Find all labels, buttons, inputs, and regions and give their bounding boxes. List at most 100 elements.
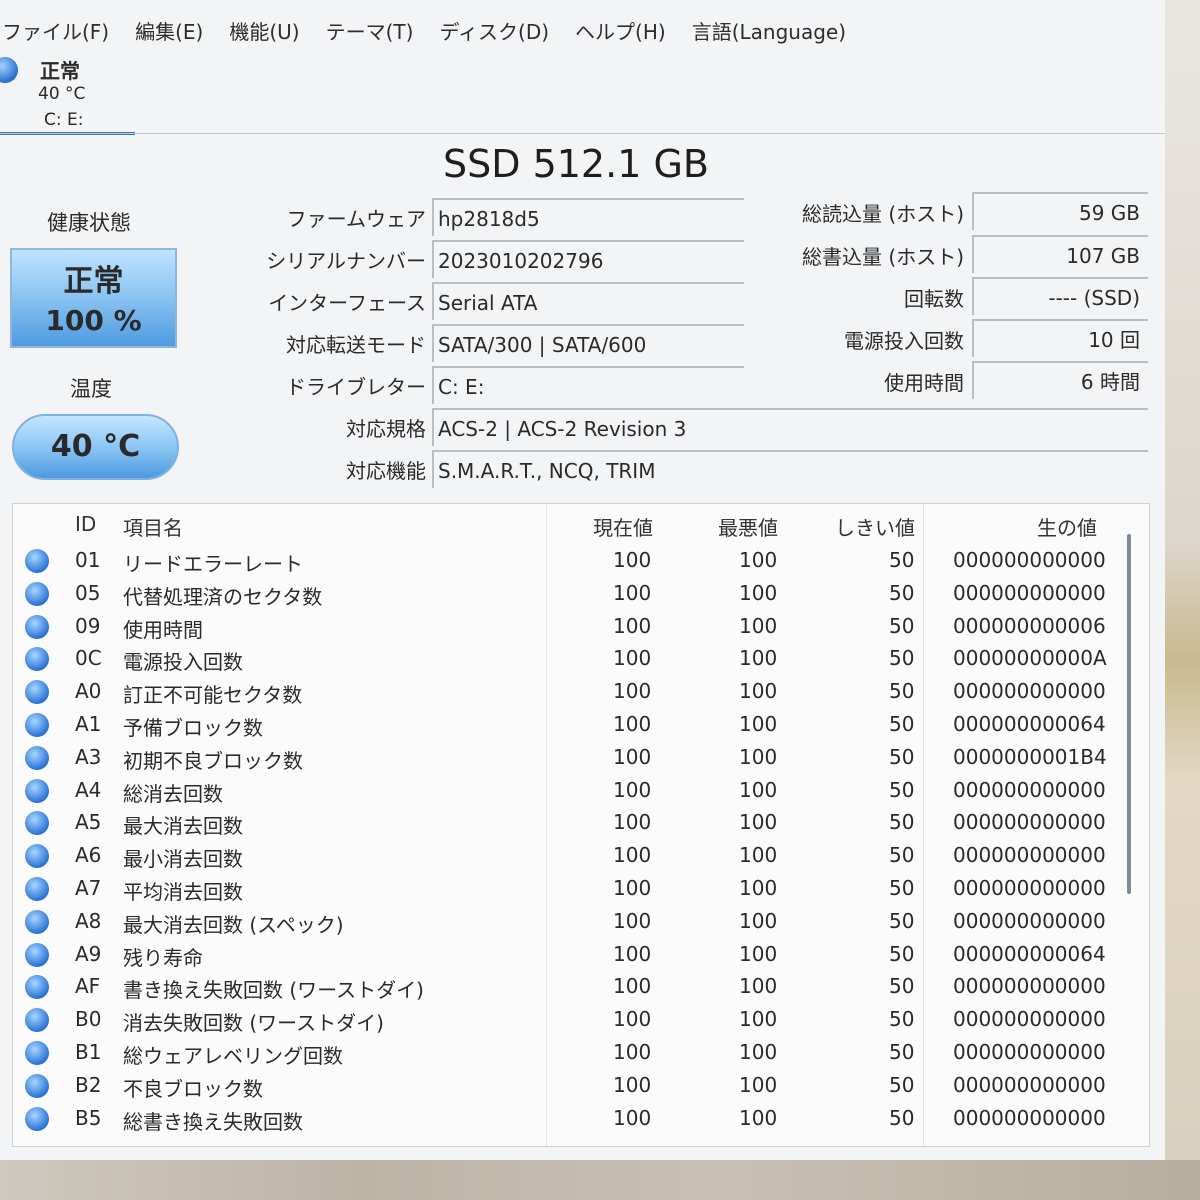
smart-current: 100 — [613, 843, 652, 868]
power-hours-label: 使用時間 — [884, 371, 964, 395]
smart-threshold: 50 — [889, 777, 915, 802]
table-row[interactable]: A6 最小消去回数 100 100 50 000000000000 — [13, 839, 1133, 872]
host-writes-label: 総書込量 (ホスト) — [802, 245, 964, 269]
smart-current: 100 — [613, 580, 652, 605]
table-row[interactable]: A3 初期不良ブロック数 100 100 50 0000000001B4 — [13, 741, 1133, 774]
smart-id: A5 — [75, 810, 102, 835]
menu-disk[interactable]: ディスク(D) — [439, 16, 549, 45]
status-dot-icon — [25, 1041, 49, 1065]
smart-current: 100 — [613, 1040, 652, 1064]
smart-name: 残り寿命 — [123, 945, 203, 970]
smart-raw: 000000000000 — [953, 777, 1106, 802]
smart-id: B0 — [75, 1007, 102, 1032]
col-header-raw[interactable]: 生の値 — [1037, 512, 1097, 541]
smart-name: 最大消去回数 (スペック) — [123, 912, 344, 937]
smart-threshold: 50 — [889, 941, 915, 966]
smart-name: 代替処理済のセクタ数 — [123, 584, 323, 609]
status-dot-icon — [25, 811, 49, 836]
scrollbar[interactable] — [1127, 534, 1131, 894]
smart-name: 総書き換え失敗回数 — [123, 1109, 303, 1134]
smart-worst: 100 — [739, 580, 778, 605]
table-row[interactable]: A9 残り寿命 100 100 50 000000000064 — [13, 938, 1133, 971]
smart-raw: 000000000000 — [953, 843, 1106, 868]
app-window: ファイル(F) 編集(E) 機能(U) テーマ(T) ディスク(D) ヘルプ(H… — [0, 0, 1165, 1160]
menu-theme[interactable]: テーマ(T) — [326, 16, 414, 45]
smart-threshold: 50 — [889, 613, 915, 638]
menu-help[interactable]: ヘルプ(H) — [575, 16, 666, 45]
col-header-threshold[interactable]: しきい値 — [835, 512, 915, 541]
col-header-id[interactable]: ID — [75, 512, 96, 536]
menu-language[interactable]: 言語(Language) — [692, 16, 846, 45]
smart-id: A9 — [75, 941, 102, 966]
power-count-label: 電源投入回数 — [844, 329, 964, 353]
firmware-value: hp2818d5 — [432, 198, 744, 236]
smart-current: 100 — [613, 810, 652, 835]
disk-tab-status: 正常 — [40, 59, 80, 83]
smart-id: 0C — [75, 646, 102, 671]
table-row[interactable]: A7 平均消去回数 100 100 50 000000000000 — [13, 872, 1133, 905]
smart-current: 100 — [613, 941, 652, 966]
smart-id: 05 — [75, 580, 101, 605]
table-row[interactable]: A0 訂正不可能セクタ数 100 100 50 000000000000 — [13, 675, 1133, 708]
table-row[interactable]: A1 予備ブロック数 100 100 50 000000000064 — [13, 708, 1133, 741]
table-row[interactable]: AF 書き換え失敗回数 (ワーストダイ) 100 100 50 000000000000 — [13, 970, 1133, 1003]
smart-current: 100 — [613, 777, 652, 802]
disk-tab[interactable]: 正常 40 °C C: E: — [0, 50, 135, 135]
smart-id: B1 — [75, 1040, 102, 1064]
status-dot-icon — [25, 909, 49, 934]
smart-id: A1 — [75, 712, 102, 736]
col-header-current[interactable]: 現在値 — [593, 512, 653, 541]
smart-attributes-table[interactable]: ID 項目名 現在値 最悪値 しきい値 生の値 01 リードエラーレート 100 10… — [12, 503, 1150, 1147]
table-row[interactable]: 0C 電源投入回数 100 100 50 00000000000A — [13, 642, 1133, 675]
smart-name: 電源投入回数 — [123, 650, 243, 675]
background-decoration — [0, 1160, 1200, 1200]
smart-name: 最小消去回数 — [123, 847, 243, 872]
smart-raw: 000000000000 — [953, 548, 1106, 572]
smart-threshold: 50 — [889, 1007, 915, 1032]
temperature-label: 温度 — [70, 377, 112, 401]
status-dot-icon — [25, 745, 49, 770]
smart-raw: 000000000000 — [953, 679, 1106, 704]
col-header-name[interactable]: 項目名 — [123, 512, 183, 541]
smart-id: 09 — [75, 613, 101, 638]
smart-current: 100 — [613, 1105, 652, 1130]
col-header-worst[interactable]: 最悪値 — [718, 512, 778, 541]
smart-name: 書き換え失敗回数 (ワーストダイ) — [123, 978, 424, 1003]
table-row[interactable]: B5 総書き換え失敗回数 100 100 50 000000000000 — [13, 1102, 1133, 1135]
smart-raw: 000000000000 — [953, 876, 1106, 900]
smart-threshold: 50 — [889, 810, 915, 835]
table-row[interactable]: 09 使用時間 100 100 50 000000000006 — [13, 610, 1133, 643]
smart-current: 100 — [613, 744, 652, 769]
smart-id: A3 — [75, 744, 102, 769]
table-row[interactable]: A5 最大消去回数 100 100 50 000000000000 — [13, 806, 1133, 839]
smart-name: 消去失敗回数 (ワーストダイ) — [123, 1011, 384, 1036]
smart-name: 最大消去回数 — [123, 814, 243, 839]
smart-id: AF — [75, 974, 101, 999]
smart-threshold: 50 — [889, 580, 915, 605]
smart-threshold: 50 — [889, 1072, 915, 1097]
status-dot-icon — [25, 614, 49, 639]
smart-id: 01 — [75, 548, 101, 572]
status-dot-icon — [25, 647, 49, 672]
smart-name: 訂正不可能セクタ数 — [123, 683, 303, 708]
smart-threshold: 50 — [889, 679, 915, 704]
menu-edit[interactable]: 編集(E) — [135, 16, 203, 45]
standard-label: 対応規格 — [346, 417, 426, 441]
table-row[interactable]: A4 総消去回数 100 100 50 000000000000 — [13, 774, 1133, 807]
menu-function[interactable]: 機能(U) — [229, 16, 299, 45]
table-row[interactable]: B1 総ウェアレベリング回数 100 100 50 000000000000 — [13, 1036, 1133, 1069]
table-row[interactable]: B0 消去失敗回数 (ワーストダイ) 100 100 50 000000000000 — [13, 1003, 1133, 1036]
table-row[interactable]: B2 不良ブロック数 100 100 50 000000000000 — [13, 1069, 1133, 1102]
status-dot-icon — [25, 680, 49, 705]
status-dot-icon — [25, 877, 49, 901]
temperature-badge[interactable]: 40 °C — [12, 414, 179, 480]
table-row[interactable]: A8 最大消去回数 (スペック) 100 100 50 000000000000 — [13, 905, 1133, 938]
smart-threshold: 50 — [889, 843, 915, 868]
table-row[interactable]: 05 代替処理済のセクタ数 100 100 50 000000000000 — [13, 577, 1133, 610]
smart-worst: 100 — [739, 1105, 778, 1130]
smart-id: A4 — [75, 777, 102, 802]
health-status-badge[interactable]: 正常 100 % — [10, 248, 177, 348]
menu-file[interactable]: ファイル(F) — [2, 16, 109, 45]
table-row[interactable]: 01 リードエラーレート 100 100 50 000000000000 — [13, 544, 1133, 577]
drive-letter-label: ドライブレター — [286, 375, 426, 399]
